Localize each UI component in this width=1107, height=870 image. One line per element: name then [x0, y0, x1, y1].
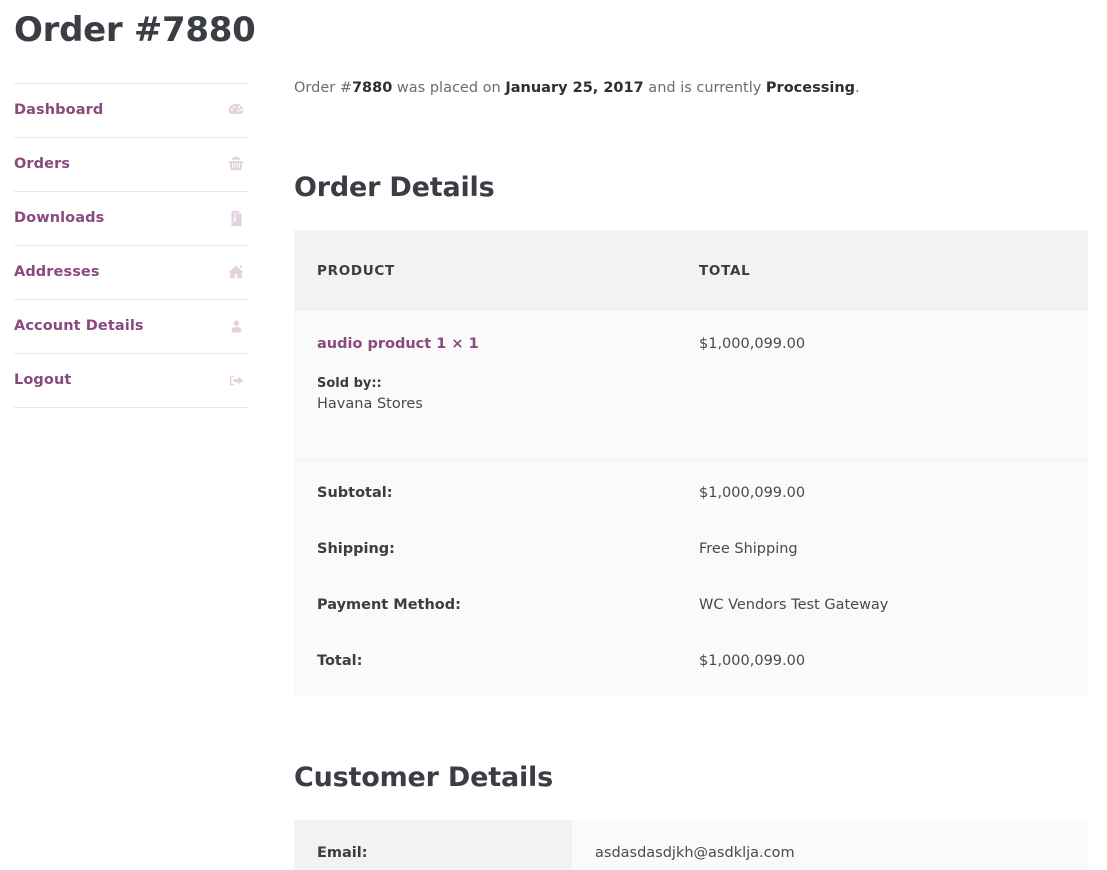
- sold-by-label: Sold by::: [317, 376, 676, 391]
- sidebar-item-orders[interactable]: Orders: [14, 138, 248, 192]
- table-header-row: PRODUCT TOTAL: [294, 230, 1088, 311]
- sidebar-item-addresses[interactable]: Addresses: [14, 246, 248, 300]
- customer-details-table: Email: asdasdasdjkh@asdklja.com: [294, 820, 1088, 870]
- totals-value: Free Shipping: [676, 521, 1088, 577]
- status-order-number: 7880: [352, 80, 392, 96]
- status-middle: was placed on: [392, 80, 505, 96]
- totals-row-subtotal: Subtotal: $1,000,099.00: [294, 460, 1088, 521]
- status-prefix: Order #: [294, 80, 352, 96]
- user-icon: [226, 316, 246, 336]
- customer-field-label: Email:: [294, 820, 572, 870]
- file-download-icon: [226, 208, 246, 228]
- dashboard-gauge-icon: [226, 100, 246, 120]
- totals-row-total: Total: $1,000,099.00: [294, 633, 1088, 697]
- totals-label: Payment Method:: [294, 577, 676, 633]
- sidebar-item-dashboard[interactable]: Dashboard: [14, 84, 248, 138]
- order-received-page: Order #7880 Dashboard Orders: [0, 0, 1107, 870]
- totals-label: Shipping:: [294, 521, 676, 577]
- account-navigation: Dashboard Orders Downl: [14, 83, 248, 408]
- sidebar-item-label: Downloads: [14, 210, 104, 226]
- sidebar-item-label: Dashboard: [14, 102, 103, 118]
- account-sidebar: Order #7880 Dashboard Orders: [14, 0, 248, 408]
- status-connector: and is currently: [644, 80, 766, 96]
- order-details-heading: Order Details: [294, 172, 1088, 203]
- product-cell: audio product 1 × 1 Sold by:: Havana Sto…: [294, 311, 676, 461]
- status-suffix: .: [855, 80, 860, 96]
- totals-label: Total:: [294, 633, 676, 697]
- customer-field-value: asdasdasdjkh@asdklja.com: [572, 820, 1088, 870]
- totals-row-shipping: Shipping: Free Shipping: [294, 521, 1088, 577]
- sold-by-vendor: Havana Stores: [317, 396, 676, 412]
- status-date: January 25, 2017: [505, 80, 643, 96]
- column-header-total: TOTAL: [676, 230, 1088, 311]
- totals-label: Subtotal:: [294, 460, 676, 521]
- totals-value: WC Vendors Test Gateway: [676, 577, 1088, 633]
- sign-out-icon: [226, 370, 246, 390]
- table-row: audio product 1 × 1 Sold by:: Havana Sto…: [294, 311, 1088, 461]
- product-link[interactable]: audio product 1 × 1: [317, 336, 479, 352]
- totals-value: $1,000,099.00: [676, 633, 1088, 697]
- order-details-table: PRODUCT TOTAL audio product 1 × 1 Sold b…: [294, 230, 1088, 697]
- sidebar-item-label: Account Details: [14, 318, 144, 334]
- product-total-amount: $1,000,099.00: [699, 336, 805, 352]
- sidebar-item-downloads[interactable]: Downloads: [14, 192, 248, 246]
- table-row: Email: asdasdasdjkh@asdklja.com: [294, 820, 1088, 870]
- status-badge: Processing: [766, 80, 855, 96]
- sidebar-item-account-details[interactable]: Account Details: [14, 300, 248, 354]
- home-icon: [226, 262, 246, 282]
- shopping-basket-icon: [226, 154, 246, 174]
- totals-row-payment-method: Payment Method: WC Vendors Test Gateway: [294, 577, 1088, 633]
- sidebar-item-label: Orders: [14, 156, 70, 172]
- sidebar-item-label: Addresses: [14, 264, 100, 280]
- totals-value: $1,000,099.00: [676, 460, 1088, 521]
- product-total-cell: $1,000,099.00: [676, 311, 1088, 461]
- sidebar-item-logout[interactable]: Logout: [14, 354, 248, 408]
- column-header-product: PRODUCT: [294, 230, 676, 311]
- main-content: Order #7880 was placed on January 25, 20…: [294, 0, 1088, 870]
- customer-details-heading: Customer Details: [294, 762, 1088, 793]
- page-title: Order #7880: [14, 0, 248, 57]
- sidebar-item-label: Logout: [14, 372, 71, 388]
- order-status-line: Order #7880 was placed on January 25, 20…: [294, 0, 1088, 100]
